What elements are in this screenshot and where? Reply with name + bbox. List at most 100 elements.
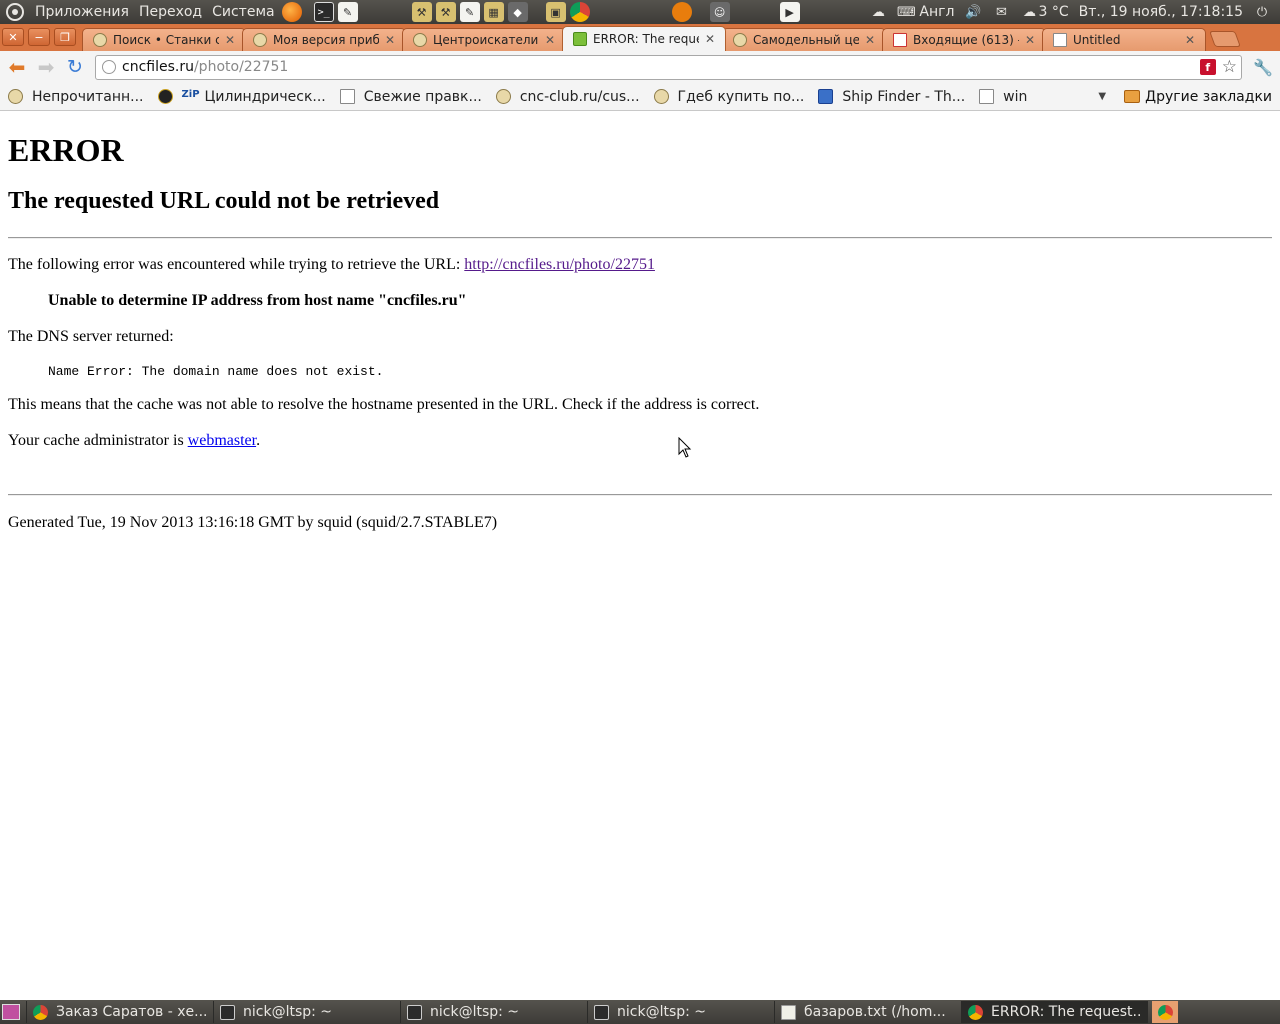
panel-launchers: >_ ✎ ⚒ ⚒ ✎ ▦ ◆ ▣ ☺ ▶ xyxy=(280,0,802,24)
wrench-menu-icon[interactable]: 🔧 xyxy=(1250,54,1276,80)
page-info-icon[interactable] xyxy=(102,60,116,74)
tab-close-icon[interactable]: ✕ xyxy=(1023,33,1037,47)
blender-icon[interactable] xyxy=(671,2,692,22)
reload-icon[interactable]: ↻ xyxy=(62,54,88,80)
text-editor-icon xyxy=(781,1004,796,1020)
bookmarks-bar: Непрочитанн... ZiP Цилиндрическ... Свежи… xyxy=(0,83,1280,111)
window-maximize-icon[interactable]: ❐ xyxy=(54,28,76,46)
menu-applications[interactable]: Приложения xyxy=(30,0,134,24)
weather-cloud-icon: ☁ xyxy=(1022,4,1036,20)
inkscape-icon[interactable]: ◆ xyxy=(507,2,528,22)
menu-system[interactable]: Система xyxy=(207,0,279,24)
forum-favicon-icon xyxy=(733,33,747,47)
tab-close-icon[interactable]: ✕ xyxy=(383,33,397,47)
back-arrow-icon[interactable]: ⬅ xyxy=(4,54,30,80)
window-close-icon[interactable]: ✕ xyxy=(2,28,24,46)
bookmark-label: Ship Finder - Th... xyxy=(842,88,966,105)
tab-error-active[interactable]: ERROR: The request ✕ xyxy=(562,26,726,51)
error-subheading: The requested URL could not be retrieved xyxy=(8,188,440,214)
mail-icon[interactable]: ✉ xyxy=(987,4,1015,20)
tabs: Поиск • Станки с ЧП ✕ Моя версия прибор … xyxy=(82,24,1241,51)
tab-title: Моя версия прибор xyxy=(273,33,379,47)
task-window-browser-error[interactable]: ERROR: The request... xyxy=(961,1001,1148,1023)
bookmark-label: Цилиндрическ... xyxy=(204,88,326,105)
forum-favicon-icon xyxy=(495,89,511,104)
chrome-icon[interactable] xyxy=(569,2,590,22)
address-bar[interactable]: cncfiles.ru /photo/22751 f ☆ xyxy=(95,54,1242,80)
keyboard-layout-label: Англ xyxy=(919,4,955,20)
tab-close-icon[interactable]: ✕ xyxy=(703,32,717,46)
bookmark-label: cnc-club.ru/cus... xyxy=(519,88,640,105)
volume-icon[interactable]: 🔊 xyxy=(959,4,987,20)
bookmark-star-icon[interactable]: ☆ xyxy=(1222,57,1237,77)
dns-message: Name Error: The domain name does not exi… xyxy=(48,364,384,379)
tab-untitled[interactable]: Untitled ✕ xyxy=(1042,28,1206,51)
screenshot-icon[interactable]: ▣ xyxy=(545,2,566,22)
bookmark-where-to-buy[interactable]: Гдеб купить по... xyxy=(653,89,804,105)
power-icon[interactable]: ⏻ xyxy=(1248,4,1276,20)
forward-arrow-icon[interactable]: ➡ xyxy=(33,54,59,80)
clock[interactable]: Вт., 19 нояб., 17:18:15 xyxy=(1074,4,1248,20)
bookmark-zip-cylindrical[interactable]: ZiP Цилиндрическ... xyxy=(157,88,326,105)
updates-icon[interactable]: ☁ xyxy=(864,4,892,20)
weather-indicator[interactable]: ☁ 3 °C xyxy=(1015,4,1073,20)
terminal-icon xyxy=(407,1004,422,1020)
game-icon[interactable]: ☺ xyxy=(709,2,730,22)
window-minimize-icon[interactable]: − xyxy=(28,28,50,46)
other-bookmarks-label: Другие закладки xyxy=(1145,88,1272,105)
other-bookmarks[interactable]: Другие закладки xyxy=(1124,89,1272,105)
tab-close-icon[interactable]: ✕ xyxy=(543,33,557,47)
tab-search-cnc[interactable]: Поиск • Станки с ЧП ✕ xyxy=(82,28,246,51)
requested-url-link[interactable]: http://cncfiles.ru/photo/22751 xyxy=(464,256,655,273)
network-tools-icon[interactable]: ⚒ xyxy=(411,2,432,22)
task-label: nick@ltsp: ~ xyxy=(617,1004,707,1020)
new-tab-button[interactable] xyxy=(1209,31,1241,47)
viewer-icon[interactable]: ▶ xyxy=(779,2,800,22)
divider xyxy=(8,237,1272,239)
bookmarks-overflow-chevron-icon[interactable]: ▼ xyxy=(1098,91,1106,102)
tab-close-icon[interactable]: ✕ xyxy=(863,33,877,47)
top-panel: Приложения Переход Система >_ ✎ ⚒ ⚒ ✎ ▦ … xyxy=(0,0,1280,24)
menu-places[interactable]: Переход xyxy=(134,0,207,24)
forum-favicon-icon xyxy=(253,33,267,47)
gmail-icon xyxy=(893,33,907,47)
task-window-terminal-1[interactable]: nick@ltsp: ~ xyxy=(213,1001,400,1023)
bookmark-label: win xyxy=(1003,88,1028,105)
task-window-text-editor[interactable]: базаров.txt (/hom... xyxy=(774,1001,961,1023)
network-tools-2-icon[interactable]: ⚒ xyxy=(435,2,456,22)
tab-homemade-center[interactable]: Самодельный центр ✕ xyxy=(722,28,886,51)
firefox-icon[interactable] xyxy=(281,2,302,22)
notes-icon[interactable]: ✎ xyxy=(459,2,480,22)
task-window-order[interactable]: Заказ Саратов - хе... xyxy=(26,1001,213,1023)
keyboard-layout[interactable]: ⌨ Англ xyxy=(892,4,959,20)
bookmark-fresh-edits[interactable]: Свежие правк... xyxy=(339,89,482,105)
bookmark-cnc-club[interactable]: cnc-club.ru/cus... xyxy=(495,88,640,105)
error-intro-text: The following error was encountered whil… xyxy=(8,256,465,273)
bookmark-win[interactable]: win xyxy=(979,89,1027,105)
bookmark-ship-finder[interactable]: Ship Finder - Th... xyxy=(818,89,965,105)
webmaster-link[interactable]: webmaster xyxy=(188,432,256,449)
system-tray: ☁ ⌨ Англ 🔊 ✉ ☁ 3 °C Вт., 19 нояб., 17:18… xyxy=(864,0,1280,24)
forum-favicon-icon xyxy=(93,33,107,47)
ubuntu-logo-icon[interactable] xyxy=(6,3,24,21)
taskbar-chrome-button[interactable] xyxy=(1152,1001,1178,1023)
bookmark-unread[interactable]: Непрочитанн... xyxy=(8,89,144,105)
spreadsheet-icon[interactable]: ▦ xyxy=(483,2,504,22)
tab-my-version[interactable]: Моя версия прибор ✕ xyxy=(242,28,406,51)
page-content: ERROR The requested URL could not be ret… xyxy=(0,112,1280,1000)
tab-close-icon[interactable]: ✕ xyxy=(1183,33,1197,47)
tab-gmail-inbox[interactable]: Входящие (613) - хе ✕ xyxy=(882,28,1046,51)
weather-label: 3 °C xyxy=(1038,4,1069,20)
bookmark-label: Непрочитанн... xyxy=(32,88,144,105)
text-editor-icon[interactable]: ✎ xyxy=(337,2,358,22)
terminal-icon[interactable]: >_ xyxy=(313,2,334,22)
tab-close-icon[interactable]: ✕ xyxy=(223,33,237,47)
ship-finder-icon xyxy=(818,89,834,104)
task-window-terminal-3[interactable]: nick@ltsp: ~ xyxy=(587,1001,774,1023)
tab-edge-finders[interactable]: Центроискатели, ст ✕ xyxy=(402,28,566,51)
task-window-terminal-2[interactable]: nick@ltsp: ~ xyxy=(400,1001,587,1023)
tab-title: Центроискатели, ст xyxy=(433,33,539,47)
tab-title: Untitled xyxy=(1073,33,1121,47)
flash-blocked-icon[interactable]: f xyxy=(1199,59,1216,75)
show-desktop-icon[interactable] xyxy=(2,1004,20,1020)
